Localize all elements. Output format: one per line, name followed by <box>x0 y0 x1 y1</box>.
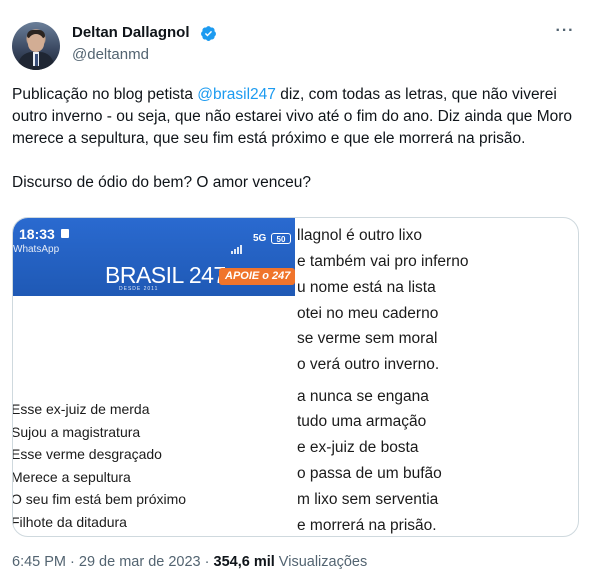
lyrics-line: O seu fim está bem próximo <box>12 491 187 507</box>
tweet-paragraph-1: Publicação no blog petista @brasil247 di… <box>12 84 587 150</box>
phone-app-label: WhatsApp <box>13 244 60 255</box>
battery-icon: 50 <box>271 233 291 244</box>
lyrics-line: e morrerá na prisão. <box>297 517 437 534</box>
lyrics-line: se verme sem moral <box>297 330 438 347</box>
lyrics-line: tudo uma armação <box>297 413 427 430</box>
mention-link[interactable]: @brasil247 <box>197 86 276 103</box>
brand-subtitle: DESDE 2011 <box>119 286 159 292</box>
signal-icon <box>231 236 243 254</box>
tweet-paragraph-2: Discurso de ódio do bem? O amor venceu? <box>12 174 311 191</box>
lyrics-line: Esse ex-juiz de merda <box>12 401 150 417</box>
meta-separator: · <box>200 554 214 570</box>
author-display-name[interactable]: Deltan Dallagnol <box>72 24 190 41</box>
phone-time: 18:33 <box>19 226 55 242</box>
tweet-meta: 6:45 PM · 29 de mar de 2023 · 354,6 mil … <box>12 554 367 570</box>
lyrics-line: Esse verme desgraçado <box>12 446 162 462</box>
lyrics-line: Filhote da ditadura <box>12 513 127 530</box>
author-handle[interactable]: @deltanmd <box>72 46 149 63</box>
lyrics-line: m lixo sem serventia <box>297 491 439 508</box>
lock-icon <box>61 229 69 238</box>
meta-separator: · <box>66 554 79 570</box>
lyrics-line: u nome está na lista <box>297 279 436 296</box>
more-options-button[interactable]: ··· <box>553 23 577 42</box>
lyrics-line: Merece a sepultura <box>12 468 131 485</box>
network-label: 5G <box>253 233 267 244</box>
avatar[interactable] <box>12 22 60 70</box>
apoie-button: APOIE o 247 <box>219 268 295 285</box>
lyrics-line: llagnol é outro lixo <box>297 227 422 244</box>
lyrics-line: Sujou a magistratura <box>12 423 141 440</box>
lyrics-line: otei no meu caderno <box>297 305 439 322</box>
lyrics-line: o verá outro inverno. <box>297 356 440 373</box>
lyrics-left-column: Esse ex-juiz de merda Sujou a magistratu… <box>12 398 281 533</box>
views-label: Visualizações <box>274 554 368 570</box>
tweet-media-image[interactable]: 18:33 WhatsApp 5G 50 BRASIL 247 DESDE 20… <box>12 217 579 537</box>
phone-status-bar: 18:33 WhatsApp 5G 50 BRASIL 247 DESDE 20… <box>13 218 295 296</box>
tweet-text: Publicação no blog petista @brasil247 di… <box>12 84 587 194</box>
lyrics-line: e ex-juiz de bosta <box>297 439 419 456</box>
lyrics-line: e também vai pro inferno <box>297 253 469 270</box>
verified-badge-icon[interactable] <box>200 25 217 42</box>
brand-logo: BRASIL 247 <box>105 262 226 288</box>
tweet-text-start: Publicação no blog petista <box>12 86 198 103</box>
tweet-header: Deltan Dallagnol @deltanmd ··· <box>12 18 587 74</box>
avatar-face <box>28 34 44 52</box>
avatar-tie <box>34 54 38 66</box>
lyrics-line: o passa de um bufão <box>297 465 442 482</box>
tweet-time[interactable]: 6:45 PM <box>12 554 66 570</box>
lyrics-line: a nunca se engana <box>297 388 429 405</box>
tweet-date[interactable]: 29 de mar de 2023 <box>79 554 201 570</box>
views-count[interactable]: 354,6 mil <box>214 554 275 570</box>
